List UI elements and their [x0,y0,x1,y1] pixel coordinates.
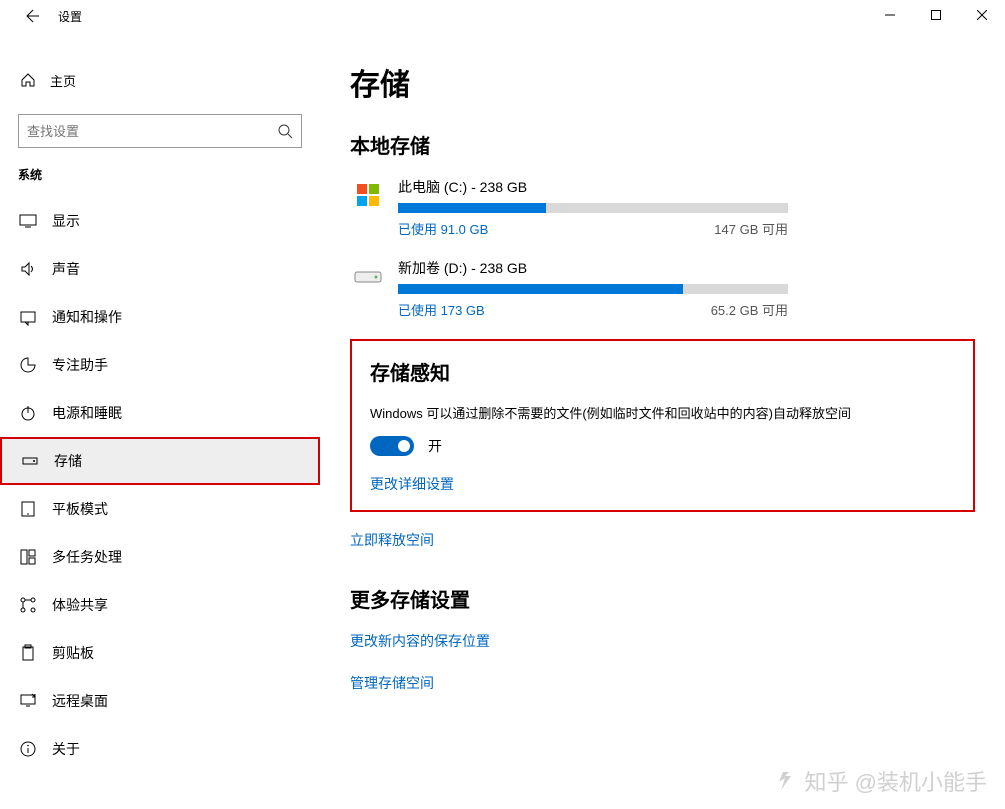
sense-description: Windows 可以通过删除不需要的文件(例如临时文件和回收站中的内容)自动释放… [370,404,955,424]
home-label: 主页 [50,71,76,90]
main-content: 存储 本地存储 此电脑 (C:) - 238 GB 已使用 91.0 GB 14… [320,32,1005,809]
disk-c-name: 此电脑 (C:) - 238 GB [398,177,788,197]
nav-about[interactable]: 关于 [0,725,320,773]
free-now-link[interactable]: 立即释放空间 [350,530,975,550]
disk-c-used: 已使用 91.0 GB [398,219,488,238]
sound-icon [18,260,38,278]
remote-icon [18,692,38,710]
disk-d-name: 新加卷 (D:) - 238 GB [398,258,788,278]
clipboard-icon [18,644,38,662]
window-title: 设置 [58,8,82,25]
multitask-icon [18,548,38,566]
save-location-link[interactable]: 更改新内容的保存位置 [350,631,975,651]
nav-multitask[interactable]: 多任务处理 [0,533,320,581]
shared-icon [18,596,38,614]
nav-shared[interactable]: 体验共享 [0,581,320,629]
tablet-icon [18,500,38,518]
nav-storage[interactable]: 存储 [0,437,320,485]
disk-d-available: 65.2 GB 可用 [711,300,788,319]
storage-sense-section: 存储感知 Windows 可以通过删除不需要的文件(例如临时文件和回收站中的内容… [350,339,975,512]
sense-title: 存储感知 [370,357,955,386]
nav-focus[interactable]: 专注助手 [0,341,320,389]
nav-sound[interactable]: 声音 [0,245,320,293]
storage-sense-toggle[interactable] [370,436,414,456]
nav-power[interactable]: 电源和睡眠 [0,389,320,437]
display-icon [18,212,38,230]
sidebar: 主页 系统 显示 声音 通知和操作 专注助手 电源和睡眠 [0,32,320,809]
storage-icon [20,452,40,470]
notifications-icon [18,308,38,326]
nav-notifications[interactable]: 通知和操作 [0,293,320,341]
disk-c-row[interactable]: 此电脑 (C:) - 238 GB 已使用 91.0 GB 147 GB 可用 [350,177,975,238]
back-button[interactable] [16,1,46,31]
minimize-button[interactable] [867,0,913,30]
page-title: 存储 [350,60,975,104]
category-header: 系统 [18,166,302,183]
manage-space-link[interactable]: 管理存储空间 [350,673,975,693]
local-storage-title: 本地存储 [350,130,975,159]
windows-drive-icon [350,177,386,213]
nav-display[interactable]: 显示 [0,197,320,245]
change-settings-link[interactable]: 更改详细设置 [370,474,454,494]
search-input[interactable] [27,124,277,139]
nav-remote[interactable]: 远程桌面 [0,677,320,725]
home-nav[interactable]: 主页 [0,60,320,100]
search-icon [277,123,293,139]
disk-c-available: 147 GB 可用 [714,219,788,238]
disk-c-bar [398,203,788,213]
disk-d-row[interactable]: 新加卷 (D:) - 238 GB 已使用 173 GB 65.2 GB 可用 [350,258,975,319]
disk-d-bar [398,284,788,294]
about-icon [18,740,38,758]
maximize-button[interactable] [913,0,959,30]
home-icon [18,72,38,88]
focus-icon [18,356,38,374]
drive-icon [350,258,386,294]
watermark: 知乎 @装机小能手 [771,765,987,797]
more-settings-title: 更多存储设置 [350,584,975,613]
toggle-state-label: 开 [428,436,442,456]
power-icon [18,404,38,422]
search-box[interactable] [18,114,302,148]
close-button[interactable] [959,0,1005,30]
nav-tablet[interactable]: 平板模式 [0,485,320,533]
disk-d-used: 已使用 173 GB [398,300,485,319]
nav-clipboard[interactable]: 剪贴板 [0,629,320,677]
